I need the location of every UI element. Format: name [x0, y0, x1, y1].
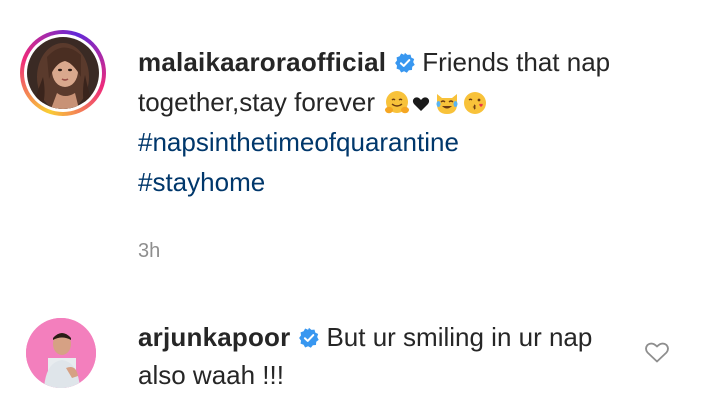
hashtag-link[interactable]: #napsinthetimeofquarantine	[138, 127, 459, 157]
verified-badge-icon	[299, 327, 320, 348]
heart-outline-icon[interactable]	[644, 340, 670, 364]
face-blowing-kiss-icon	[464, 92, 487, 114]
story-ring[interactable]	[20, 30, 106, 116]
black-heart-icon	[413, 97, 430, 111]
cat-tears-of-joy-icon	[436, 94, 458, 114]
comment-avatar[interactable]	[26, 318, 96, 388]
avatar[interactable]	[27, 37, 99, 109]
comment-text: arjunkapoor But ur smiling in ur nap als…	[138, 318, 608, 394]
caption-text: malaikaaroraofficial Friends that nap to…	[138, 42, 658, 202]
verified-badge-icon	[395, 52, 415, 73]
post-username[interactable]: malaikaaroraofficial	[138, 47, 386, 77]
hugging-face-icon	[385, 91, 410, 114]
hashtag-link[interactable]: #stayhome	[138, 167, 265, 197]
post-timestamp[interactable]: 3h	[138, 240, 160, 263]
comment-username[interactable]: arjunkapoor	[138, 322, 290, 352]
avatar-border	[24, 34, 102, 112]
